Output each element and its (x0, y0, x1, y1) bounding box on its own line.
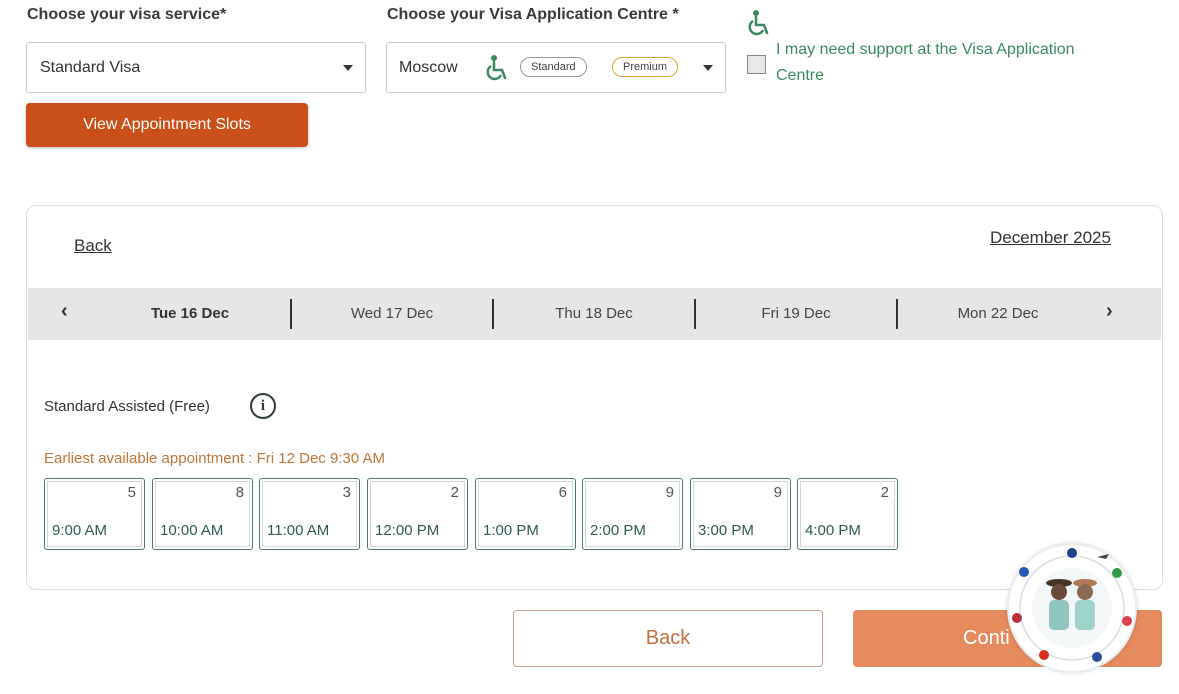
slot-count: 9 (665, 484, 674, 501)
month-link[interactable]: December 2025 (990, 228, 1111, 248)
slot-count: 6 (558, 484, 567, 501)
centre-value: Moscow (399, 58, 458, 76)
support-label: I may need support at the Visa Applicati… (776, 41, 1075, 84)
date-separator (694, 299, 696, 329)
slot-time: 1:00 PM (483, 522, 539, 539)
slot-time: 12:00 PM (375, 522, 440, 539)
slot-count: 5 (127, 484, 136, 501)
date-separator (290, 299, 292, 329)
back-link[interactable]: Back (74, 236, 112, 256)
back-button[interactable]: Back (513, 610, 823, 667)
slot-time: 3:00 PM (698, 522, 754, 539)
time-slot[interactable]: 8 10:00 AM (152, 478, 253, 550)
visa-service-label: Choose your visa service* (27, 6, 227, 23)
caret-down-icon (343, 65, 353, 71)
slot-time: 10:00 AM (160, 522, 224, 539)
date-tab[interactable]: Thu 18 Dec (514, 305, 674, 322)
chevron-left-icon[interactable]: ‹ (61, 300, 68, 323)
date-tab[interactable]: Fri 19 Dec (716, 305, 876, 322)
time-slot[interactable]: 9 2:00 PM (582, 478, 683, 550)
slot-count: 2 (450, 484, 459, 501)
time-slot[interactable]: 6 1:00 PM (475, 478, 576, 550)
slot-count: 3 (342, 484, 351, 501)
visa-service-value: Standard Visa (40, 58, 141, 76)
wheelchair-icon (748, 10, 769, 36)
date-tab[interactable]: Mon 22 Dec (918, 305, 1078, 322)
visa-service-select[interactable]: Standard Visa (26, 42, 366, 93)
assist-label: Standard Assisted (Free) (44, 398, 210, 415)
pill-standard: Standard (520, 57, 587, 77)
time-slot[interactable]: 5 9:00 AM (44, 478, 145, 550)
centre-select[interactable]: Moscow Standard Premium (386, 42, 726, 93)
slot-count: 8 (235, 484, 244, 501)
pill-premium: Premium (612, 57, 679, 77)
wheelchair-icon (486, 55, 507, 81)
logo-image (1012, 548, 1132, 662)
date-tab[interactable]: Wed 17 Dec (312, 305, 472, 322)
slot-time: 9:00 AM (52, 522, 108, 539)
slot-time: 11:00 AM (267, 522, 330, 539)
time-slot[interactable]: 2 12:00 PM (367, 478, 468, 550)
chevron-right-icon[interactable]: › (1106, 300, 1113, 323)
slot-count: 2 (880, 484, 889, 501)
info-icon[interactable]: i (250, 393, 276, 419)
view-appointment-slots-button[interactable]: View Appointment Slots (26, 103, 308, 147)
earliest-appointment: Earliest available appointment : Fri 12 … (44, 450, 386, 467)
watermark-logo (1007, 543, 1137, 673)
time-slot[interactable]: 9 3:00 PM (690, 478, 791, 550)
date-separator (492, 299, 494, 329)
time-slot[interactable]: 3 11:00 AM (259, 478, 360, 550)
date-tab[interactable]: Tue 16 Dec (110, 305, 270, 322)
slot-time: 4:00 PM (805, 522, 861, 539)
date-separator (896, 299, 898, 329)
slot-count: 9 (773, 484, 782, 501)
slot-time: 2:00 PM (590, 522, 646, 539)
time-slot[interactable]: 2 4:00 PM (797, 478, 898, 550)
support-checkbox[interactable] (747, 55, 766, 74)
caret-down-icon (703, 65, 713, 71)
centre-label: Choose your Visa Application Centre * (387, 6, 679, 23)
